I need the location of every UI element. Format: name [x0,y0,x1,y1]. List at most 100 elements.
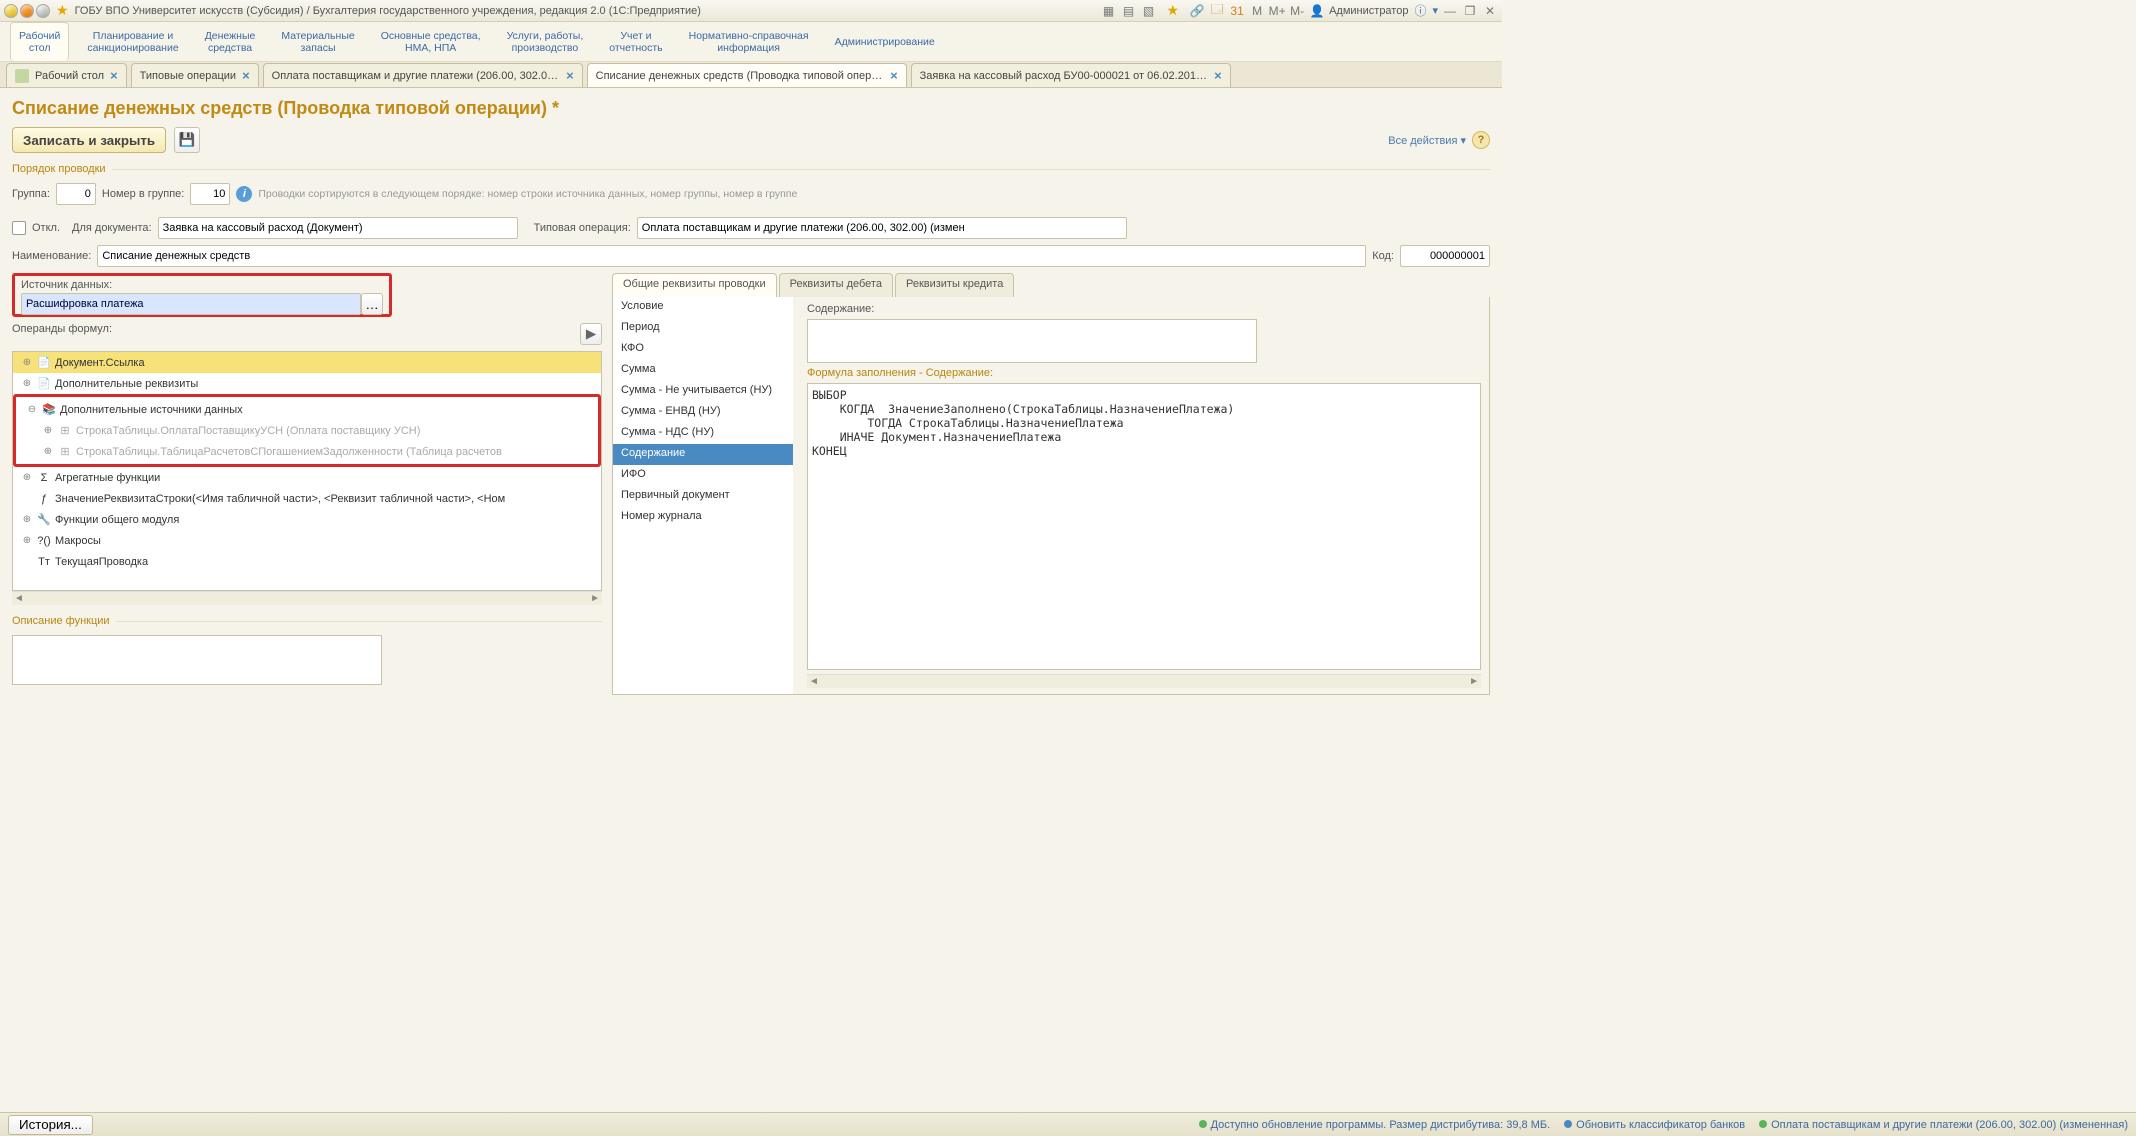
operands-label: Операнды формул: [12,323,574,345]
move-right-button[interactable]: ▶ [580,323,602,345]
prop-item[interactable]: Период [613,318,793,339]
num-label: Номер в группе: [102,188,184,200]
section-reference[interactable]: Нормативно-справочнаяинформация [681,22,817,61]
window-minimize-icon[interactable]: — [1442,3,1458,19]
group-label: Группа: [12,188,50,200]
window-fwd-icon[interactable] [36,4,50,18]
window-maximize-icon[interactable]: ❐ [1462,3,1478,19]
off-label: Откл. [32,222,60,234]
tab-desktop[interactable]: Рабочий стол× [6,63,127,87]
tab-typical-ops[interactable]: Типовые операции× [131,63,259,87]
window-title: ГОБУ ВПО Университет искусств (Субсидия)… [75,5,701,17]
window-app-icon [4,4,18,18]
favorite-star-icon[interactable]: ★ [56,2,69,19]
user-name[interactable]: Администратор [1329,5,1408,17]
content-field[interactable] [807,319,1257,363]
tree-row[interactable]: ТтТекущаяПроводка [13,551,601,572]
tab-writeoff[interactable]: Списание денежных средств (Проводка типо… [587,63,907,87]
property-list[interactable]: УсловиеПериодКФОСуммаСумма - Не учитывае… [613,297,793,694]
tree-row[interactable]: ⊖📚Дополнительные источники данных [18,399,596,420]
status-payment-link[interactable]: Оплата поставщикам и другие платежи (206… [1759,1119,2128,1131]
prop-item[interactable]: Содержание [613,444,793,465]
tree-row[interactable]: ⊕ΣАгрегатные функции [13,467,601,488]
tree-row[interactable]: ⊕⊞СтрокаТаблицы.ОплатаПоставщикуУСН (Опл… [18,420,596,441]
user-icon: 👤 [1309,3,1325,19]
formula-editor[interactable]: ВЫБОР КОГДА ЗначениеЗаполнено(СтрокаТабл… [807,383,1481,670]
source-label: Источник данных: [21,279,383,291]
source-select-button[interactable]: … [361,293,383,315]
group-input[interactable] [56,183,96,205]
prop-item[interactable]: Номер журнала [613,507,793,528]
prop-item[interactable]: Сумма - ЕНВД (НУ) [613,402,793,423]
fav2-icon[interactable]: ★ [1167,2,1180,19]
close-icon[interactable]: × [566,68,574,83]
close-icon[interactable]: × [890,68,898,83]
info-icon[interactable]: ⓘ [1412,3,1428,19]
func-desc-area[interactable] [12,635,382,685]
calc-icon[interactable]: 🗔 [1209,3,1225,19]
desk-icon [15,69,29,83]
code-label: Код: [1372,250,1394,262]
source-input[interactable] [21,293,361,315]
status-update-link[interactable]: Доступно обновление программы. Размер ди… [1199,1119,1551,1131]
tab-zayavka[interactable]: Заявка на кассовый расход БУ00-000021 от… [911,63,1231,87]
prop-item[interactable]: Сумма - НДС (НУ) [613,423,793,444]
formula-hscroll[interactable]: ◄► [807,674,1481,688]
status-bar: История... Доступно обновление программы… [0,1112,2136,1136]
subtab-debit[interactable]: Реквизиты дебета [779,273,893,297]
tool-icon-3[interactable]: ▧ [1141,3,1157,19]
help-button[interactable]: ? [1472,131,1490,149]
close-icon[interactable]: × [242,68,250,83]
off-checkbox[interactable] [12,221,26,235]
tab-payment[interactable]: Оплата поставщикам и другие платежи (206… [263,63,583,87]
prop-item[interactable]: Первичный документ [613,486,793,507]
mem-mp-icon[interactable]: M+ [1269,3,1285,19]
tree-row[interactable]: ƒЗначениеРеквизитаСтроки(<Имя табличной … [13,488,601,509]
section-services[interactable]: Услуги, работы,производство [499,22,592,61]
tree-row[interactable]: ⊕?()Макросы [13,530,601,551]
prop-item[interactable]: ИФО [613,465,793,486]
section-assets[interactable]: Основные средства,НМА, НПА [373,22,489,61]
tree-hscroll[interactable]: ◄► [12,591,602,605]
for-doc-input[interactable] [158,217,518,239]
window-close-icon[interactable]: ✕ [1482,3,1498,19]
mem-mm-icon[interactable]: M- [1289,3,1305,19]
save-button[interactable]: 💾 [174,127,200,153]
prop-item[interactable]: КФО [613,339,793,360]
subtab-credit[interactable]: Реквизиты кредита [895,273,1014,297]
save-close-button[interactable]: Записать и закрыть [12,127,166,153]
tool-icon-2[interactable]: ▤ [1121,3,1137,19]
history-button[interactable]: История... [8,1115,93,1135]
section-admin[interactable]: Администрирование [827,22,943,61]
link-icon[interactable]: 🔗 [1189,3,1205,19]
tree-row[interactable]: ⊕📄Документ.Ссылка [13,352,601,373]
subtab-common[interactable]: Общие реквизиты проводки [612,273,777,297]
prop-item[interactable]: Условие [613,297,793,318]
tree-row[interactable]: ⊕⊞СтрокаТаблицы.ТаблицаРасчетовСПогашени… [18,441,596,462]
all-actions-dropdown[interactable]: Все действия ▾ [1388,134,1466,147]
typ-op-input[interactable] [637,217,1127,239]
section-planning[interactable]: Планирование исанкционирование [79,22,186,61]
calendar-icon[interactable]: 31 [1229,3,1245,19]
window-back-icon[interactable] [20,4,34,18]
main-sections-bar: Рабочийстол Планирование исанкционирован… [0,22,1502,62]
status-banks-link[interactable]: Обновить классификатор банков [1564,1119,1745,1131]
num-input[interactable] [190,183,230,205]
prop-item[interactable]: Сумма [613,360,793,381]
tree-row[interactable]: ⊕📄Дополнительные реквизиты [13,373,601,394]
section-accounting[interactable]: Учет иотчетность [601,22,670,61]
tab-bar: Рабочий стол× Типовые операции× Оплата п… [0,62,1502,88]
name-input[interactable] [97,245,1366,267]
code-input[interactable] [1400,245,1490,267]
tree-row[interactable]: ⊕🔧Функции общего модуля [13,509,601,530]
section-materials[interactable]: Материальныезапасы [273,22,362,61]
close-icon[interactable]: × [1214,68,1222,83]
func-desc-legend: Описание функции [12,615,116,627]
section-desktop[interactable]: Рабочийстол [10,22,69,61]
close-icon[interactable]: × [110,68,118,83]
prop-item[interactable]: Сумма - Не учитывается (НУ) [613,381,793,402]
section-money[interactable]: Денежныесредства [197,22,264,61]
tool-icon-1[interactable]: ▦ [1101,3,1117,19]
mem-m-icon[interactable]: M [1249,3,1265,19]
operands-tree[interactable]: ⊕📄Документ.Ссылка⊕📄Дополнительные реквиз… [12,351,602,591]
